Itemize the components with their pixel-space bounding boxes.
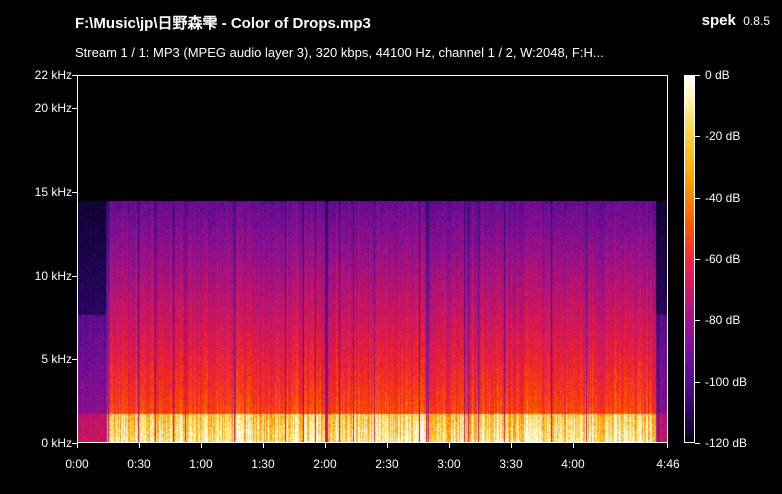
app-badge: spek 0.8.5 xyxy=(702,12,770,30)
stream-info: Stream 1 / 1: MP3 (MPEG audio layer 3), … xyxy=(75,45,604,60)
db-tick-label: -40 dB xyxy=(705,190,741,205)
y-tick-mark xyxy=(72,276,77,277)
db-tick-mark xyxy=(695,320,700,321)
x-tick-label: 3:30 xyxy=(499,457,523,471)
db-tick-mark xyxy=(695,198,700,199)
spectrogram-plot xyxy=(77,75,668,443)
x-tick-label: 1:00 xyxy=(189,457,213,471)
x-tick-mark xyxy=(387,443,388,448)
db-tick-mark xyxy=(695,382,700,383)
x-tick-label: 2:00 xyxy=(313,457,337,471)
y-tick-mark xyxy=(72,108,77,109)
app-version: 0.8.5 xyxy=(743,14,770,28)
y-tick-mark xyxy=(72,192,77,193)
db-tick-mark xyxy=(695,75,700,76)
db-tick-label: -80 dB xyxy=(705,313,741,328)
file-title: F:\Music\jp\日野森雫 - Color of Drops.mp3 xyxy=(75,15,371,32)
db-tick-mark xyxy=(695,443,700,444)
y-tick-label: 5 kHz xyxy=(41,352,72,367)
x-tick-mark xyxy=(139,443,140,448)
db-tick-label: 0 dB xyxy=(705,68,730,82)
y-tick-label: 10 kHz xyxy=(34,268,72,283)
db-tick-mark xyxy=(695,136,700,137)
x-tick-label: 4:46 xyxy=(656,457,680,471)
y-tick-label: 22 kHz xyxy=(34,68,72,82)
x-tick-mark xyxy=(201,443,202,448)
x-tick-mark xyxy=(667,443,668,448)
x-tick-mark xyxy=(263,443,264,448)
app-name: spek xyxy=(701,12,736,29)
db-tick-label: -20 dB xyxy=(705,129,741,144)
x-tick-mark xyxy=(77,443,78,448)
x-tick-mark xyxy=(325,443,326,448)
x-tick-label: 4:00 xyxy=(561,457,585,471)
y-tick-label: 15 kHz xyxy=(34,185,72,200)
x-tick-label: 3:00 xyxy=(437,457,461,471)
x-tick-label: 2:30 xyxy=(375,457,399,471)
x-tick-mark xyxy=(573,443,574,448)
x-tick-mark xyxy=(449,443,450,448)
y-tick-label: 0 kHz xyxy=(41,436,72,450)
x-tick-mark xyxy=(511,443,512,448)
y-tick-mark xyxy=(72,75,77,76)
db-colorbar xyxy=(684,75,695,443)
db-tick-label: -100 dB xyxy=(705,374,748,389)
db-tick-label: -120 dB xyxy=(705,436,748,450)
y-tick-label: 20 kHz xyxy=(34,101,72,116)
y-tick-mark xyxy=(72,359,77,360)
db-tick-mark xyxy=(695,259,700,260)
x-tick-label: 1:30 xyxy=(251,457,275,471)
x-tick-label: 0:00 xyxy=(65,457,89,471)
spectrogram-canvas xyxy=(77,75,668,443)
db-tick-label: -60 dB xyxy=(705,252,741,266)
x-tick-label: 0:30 xyxy=(127,457,151,471)
